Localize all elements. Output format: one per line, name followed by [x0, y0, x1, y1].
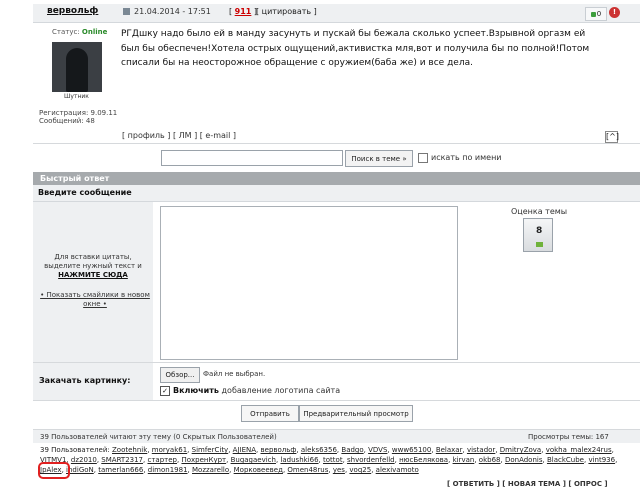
post-rating-value: 0 — [596, 10, 602, 18]
readers-title: 39 Пользователей читают эту тему (0 Скры… — [40, 433, 277, 441]
reader-user-link[interactable]: vistador — [467, 446, 495, 454]
rating-up-icon[interactable] — [536, 242, 543, 247]
browse-file-button[interactable]: Обзор... — [160, 367, 200, 383]
post-body: РГДшку надо было ей в манду засунуть и п… — [121, 29, 590, 68]
author-name-link[interactable]: вервольф — [47, 6, 98, 16]
reader-user-link[interactable]: aleks6356 — [301, 446, 337, 454]
include-logo-label-bold: Включить — [173, 386, 219, 395]
reader-user-link[interactable]: indiGoN — [66, 466, 94, 474]
quick-reply-bar — [33, 172, 640, 185]
message-count: Сообщений: 48 — [39, 117, 95, 125]
scroll-top-button[interactable]: [^] — [605, 131, 619, 143]
search-by-name-label: искать по имени — [431, 153, 502, 162]
reader-user-link[interactable]: Mozzarello — [192, 466, 229, 474]
reader-user-link[interactable]: dimon1981 — [148, 466, 188, 474]
search-input[interactable] — [161, 150, 343, 166]
send-button[interactable]: Отправить — [241, 405, 299, 422]
theme-rating-label: Оценка темы — [511, 207, 568, 216]
reader-user-link[interactable]: dz2010 — [71, 456, 97, 464]
search-by-name-checkbox[interactable] — [418, 153, 428, 163]
reader-user-link[interactable]: Badgo — [341, 446, 363, 454]
reader-user-link[interactable]: ПохренКурт — [181, 456, 226, 464]
reader-user-link[interactable]: стартер — [147, 456, 177, 464]
reader-user-link[interactable]: BlackCube — [547, 456, 584, 464]
avatar[interactable] — [52, 42, 102, 92]
message-textarea[interactable] — [160, 206, 458, 360]
include-logo-checkbox[interactable]: ✓ — [160, 386, 170, 396]
reader-user-link[interactable]: Belaxar — [436, 446, 463, 454]
post-number-open: [ — [229, 7, 233, 16]
avatar-caption: Шутник — [64, 93, 89, 100]
divider — [33, 143, 640, 144]
post-number: [ 911 ] — [229, 7, 257, 16]
reader-user-link[interactable]: Omen48rus — [287, 466, 328, 474]
readers-list: 39 Пользователей: Zootehnik, moryak61, S… — [40, 445, 620, 475]
include-logo-label-rest: добавление логотипа сайта — [218, 386, 341, 395]
quote-link[interactable]: [ цитировать ] — [256, 7, 317, 16]
readers-users: Zootehnik, moryak61, SimferCity, AJIENA,… — [40, 446, 618, 474]
enter-message-label: Введите сообщение — [38, 188, 132, 197]
reader-user-link[interactable]: shvordenfelld — [347, 456, 395, 464]
include-logo-label: Включить добавление логотипа сайта — [173, 386, 340, 395]
search-button[interactable]: Поиск в теме » — [345, 150, 413, 167]
reader-user-link[interactable]: vokha_malex24rus — [546, 446, 612, 454]
status-label: Статус: — [52, 28, 80, 36]
readers-list-prefix: 39 Пользователей: — [40, 446, 110, 454]
reader-user-link[interactable]: Zootehnik — [112, 446, 147, 454]
file-status: Файл не выбран. — [203, 370, 266, 378]
reader-user-link[interactable]: vint936 — [588, 456, 615, 464]
theme-rating-value: 8 — [536, 226, 543, 236]
show-smilies-link[interactable]: • Показать смайлики в новом окне • — [36, 291, 154, 309]
reader-user-link[interactable]: AJIENA — [233, 446, 256, 454]
reader-user-link[interactable]: moryak61 — [152, 446, 187, 454]
post-number-link[interactable]: 911 — [235, 7, 252, 16]
views-count: Просмотры темы: 167 — [528, 433, 609, 441]
reader-user-link[interactable]: www65100 — [392, 446, 431, 454]
insert-quote-link[interactable]: НАЖМИТЕ СЮДА — [58, 271, 128, 279]
post-icon — [123, 8, 130, 15]
post-rating[interactable]: 0 — [585, 7, 607, 21]
post-profile-links[interactable]: [ профиль ] [ ЛМ ] [ e-mail ] — [122, 131, 236, 140]
reader-user-link[interactable]: DmitryZova — [500, 446, 541, 454]
reader-user-link[interactable]: Bugagaevich — [231, 456, 276, 464]
reply-side-panel — [33, 202, 153, 362]
reader-user-link[interactable]: VDVS — [368, 446, 387, 454]
registration-date: Регистрация: 9.09.11 — [39, 109, 118, 117]
reader-user-link[interactable]: alexivamoto — [376, 466, 419, 474]
highlight-circle — [38, 462, 70, 479]
attach-image-label: Закачать картинку: — [39, 376, 131, 385]
status-value: Online — [81, 28, 108, 36]
reader-user-link[interactable]: okb68 — [479, 456, 501, 464]
quote-insert-hint: Для вставки цитаты, выделите нужный текс… — [36, 253, 150, 280]
reader-user-link[interactable]: tottot — [323, 456, 343, 464]
quote-hint-text: Для вставки цитаты, выделите нужный текс… — [44, 253, 142, 270]
reader-user-link[interactable]: SimferCity — [192, 446, 229, 454]
reader-user-link[interactable]: вервольф — [261, 446, 297, 454]
bottom-action-links[interactable]: [ ОТВЕТИТЬ ] [ НОВАЯ ТЕМА ] [ ОПРОС ] — [447, 480, 608, 488]
reader-user-link[interactable]: tamerlan666 — [98, 466, 143, 474]
user-status: Статус: Online — [52, 28, 107, 36]
preview-button[interactable]: Предварительный просмотр — [299, 405, 413, 422]
reader-user-link[interactable]: yes — [333, 466, 345, 474]
quick-reply-title: Быстрый ответ — [40, 174, 110, 183]
post-date: 21.04.2014 - 17:51 — [134, 7, 211, 16]
reader-user-link[interactable]: нюсБелякова — [399, 456, 448, 464]
reader-user-link[interactable]: SMART2317 — [101, 456, 143, 464]
reader-user-link[interactable]: voq25 — [349, 466, 371, 474]
avatar-figure — [66, 48, 88, 92]
warning-icon[interactable]: ! — [609, 7, 620, 18]
reader-user-link[interactable]: kirvan — [453, 456, 475, 464]
reader-user-link[interactable]: DonAdonis — [505, 456, 543, 464]
reader-user-link[interactable]: ladushki66 — [280, 456, 318, 464]
reader-user-link[interactable]: Морковеевед — [234, 466, 283, 474]
thumb-up-icon — [590, 11, 596, 17]
